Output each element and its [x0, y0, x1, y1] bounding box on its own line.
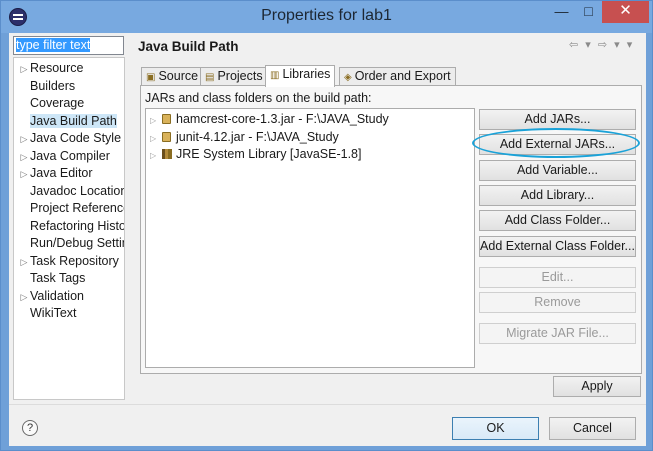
add-jars-button[interactable]: Add JARs...: [479, 109, 636, 130]
tab-libraries[interactable]: ▥ Libraries: [265, 65, 336, 87]
tree-item-validation[interactable]: ▷ Validation: [14, 288, 84, 305]
tree-item-task-tags[interactable]: Task Tags: [14, 270, 85, 287]
library-icon: ▥: [270, 70, 280, 81]
expand-arrow-icon[interactable]: ▷: [150, 112, 160, 129]
order-export-icon: ◈: [344, 72, 352, 83]
tree-item-wikitext[interactable]: WikiText: [14, 305, 77, 322]
library-icon: [162, 149, 172, 159]
add-library-button[interactable]: Add Library...: [479, 185, 636, 206]
add-external-class-folder-button[interactable]: Add External Class Folder...: [479, 236, 636, 257]
libraries-heading: JARs and class folders on the build path…: [145, 91, 372, 105]
expand-arrow-icon[interactable]: ▷: [18, 289, 30, 306]
migrate-jar-button[interactable]: Migrate JAR File...: [479, 323, 636, 344]
tree-item-java-compiler[interactable]: ▷ Java Compiler: [14, 148, 110, 165]
tab-order-and-export[interactable]: ◈ Order and Export: [339, 67, 456, 86]
remove-button[interactable]: Remove: [479, 292, 636, 313]
dialog-body: type filter text ▷ Resource Builders Cove…: [9, 33, 646, 446]
page-title: Java Build Path: [138, 39, 239, 54]
list-item[interactable]: ▷ junit-4.12.jar - F:\JAVA_Study: [150, 129, 339, 146]
edit-button[interactable]: Edit...: [479, 267, 636, 288]
expand-arrow-icon[interactable]: ▷: [18, 149, 30, 166]
tree-item-javadoc-location[interactable]: Javadoc Location: [14, 183, 124, 200]
filter-input[interactable]: type filter text: [13, 36, 124, 55]
property-page-tree[interactable]: ▷ Resource Builders Coverage Java Build P…: [13, 57, 125, 400]
project-icon: ▤: [205, 72, 215, 83]
add-external-jars-button[interactable]: Add External JARs...: [479, 134, 636, 155]
filter-text: type filter text: [16, 38, 91, 52]
history-nav-arrows[interactable]: ⇦ ▾ ⇨ ▾ ▾: [569, 38, 634, 51]
title-bar[interactable]: Properties for lab1 — □ ✕: [1, 1, 652, 33]
tree-item-task-repository[interactable]: ▷ Task Repository: [14, 253, 119, 270]
maximize-button[interactable]: □: [575, 1, 602, 23]
source-folder-icon: ▣: [146, 72, 156, 83]
jar-icon: [162, 114, 171, 124]
tree-item-coverage[interactable]: Coverage: [14, 95, 84, 112]
tree-item-java-code-style[interactable]: ▷ Java Code Style: [14, 130, 122, 148]
add-class-folder-button[interactable]: Add Class Folder...: [479, 210, 636, 231]
expand-arrow-icon[interactable]: ▷: [18, 131, 30, 148]
tree-item-builders[interactable]: Builders: [14, 78, 75, 95]
expand-arrow-icon[interactable]: ▷: [18, 61, 30, 78]
cancel-button[interactable]: Cancel: [549, 417, 636, 440]
tree-item-refactoring-history[interactable]: Refactoring History: [14, 218, 124, 235]
list-item[interactable]: ▷ hamcrest-core-1.3.jar - F:\JAVA_Study: [150, 111, 389, 128]
expand-arrow-icon[interactable]: ▷: [18, 166, 30, 183]
tab-source[interactable]: ▣ Source: [141, 67, 204, 86]
minimize-button[interactable]: —: [548, 1, 575, 23]
jar-icon: [162, 131, 171, 142]
ok-button[interactable]: OK: [452, 417, 539, 440]
build-path-tree[interactable]: ▷ hamcrest-core-1.3.jar - F:\JAVA_Study ▷…: [145, 108, 475, 368]
expand-arrow-icon[interactable]: ▷: [18, 254, 30, 271]
add-variable-button[interactable]: Add Variable...: [479, 160, 636, 181]
expand-arrow-icon[interactable]: ▷: [150, 147, 160, 164]
tree-item-java-build-path[interactable]: Java Build Path: [14, 113, 117, 130]
tree-item-java-editor[interactable]: ▷ Java Editor: [14, 165, 93, 182]
tree-item-resource[interactable]: ▷ Resource: [14, 60, 84, 77]
tab-projects[interactable]: ▤ Projects: [200, 67, 268, 86]
tree-item-run-debug-settings[interactable]: Run/Debug Settings: [14, 235, 124, 252]
divider: [9, 404, 646, 405]
apply-button[interactable]: Apply: [553, 376, 641, 397]
help-icon[interactable]: ?: [22, 420, 38, 436]
tree-item-project-references[interactable]: Project References: [14, 200, 124, 217]
properties-dialog: Properties for lab1 — □ ✕ type filter te…: [0, 0, 653, 451]
close-button[interactable]: ✕: [602, 1, 649, 23]
list-item[interactable]: ▷ JRE System Library [JavaSE-1.8]: [150, 146, 361, 163]
expand-arrow-icon[interactable]: ▷: [150, 130, 160, 147]
